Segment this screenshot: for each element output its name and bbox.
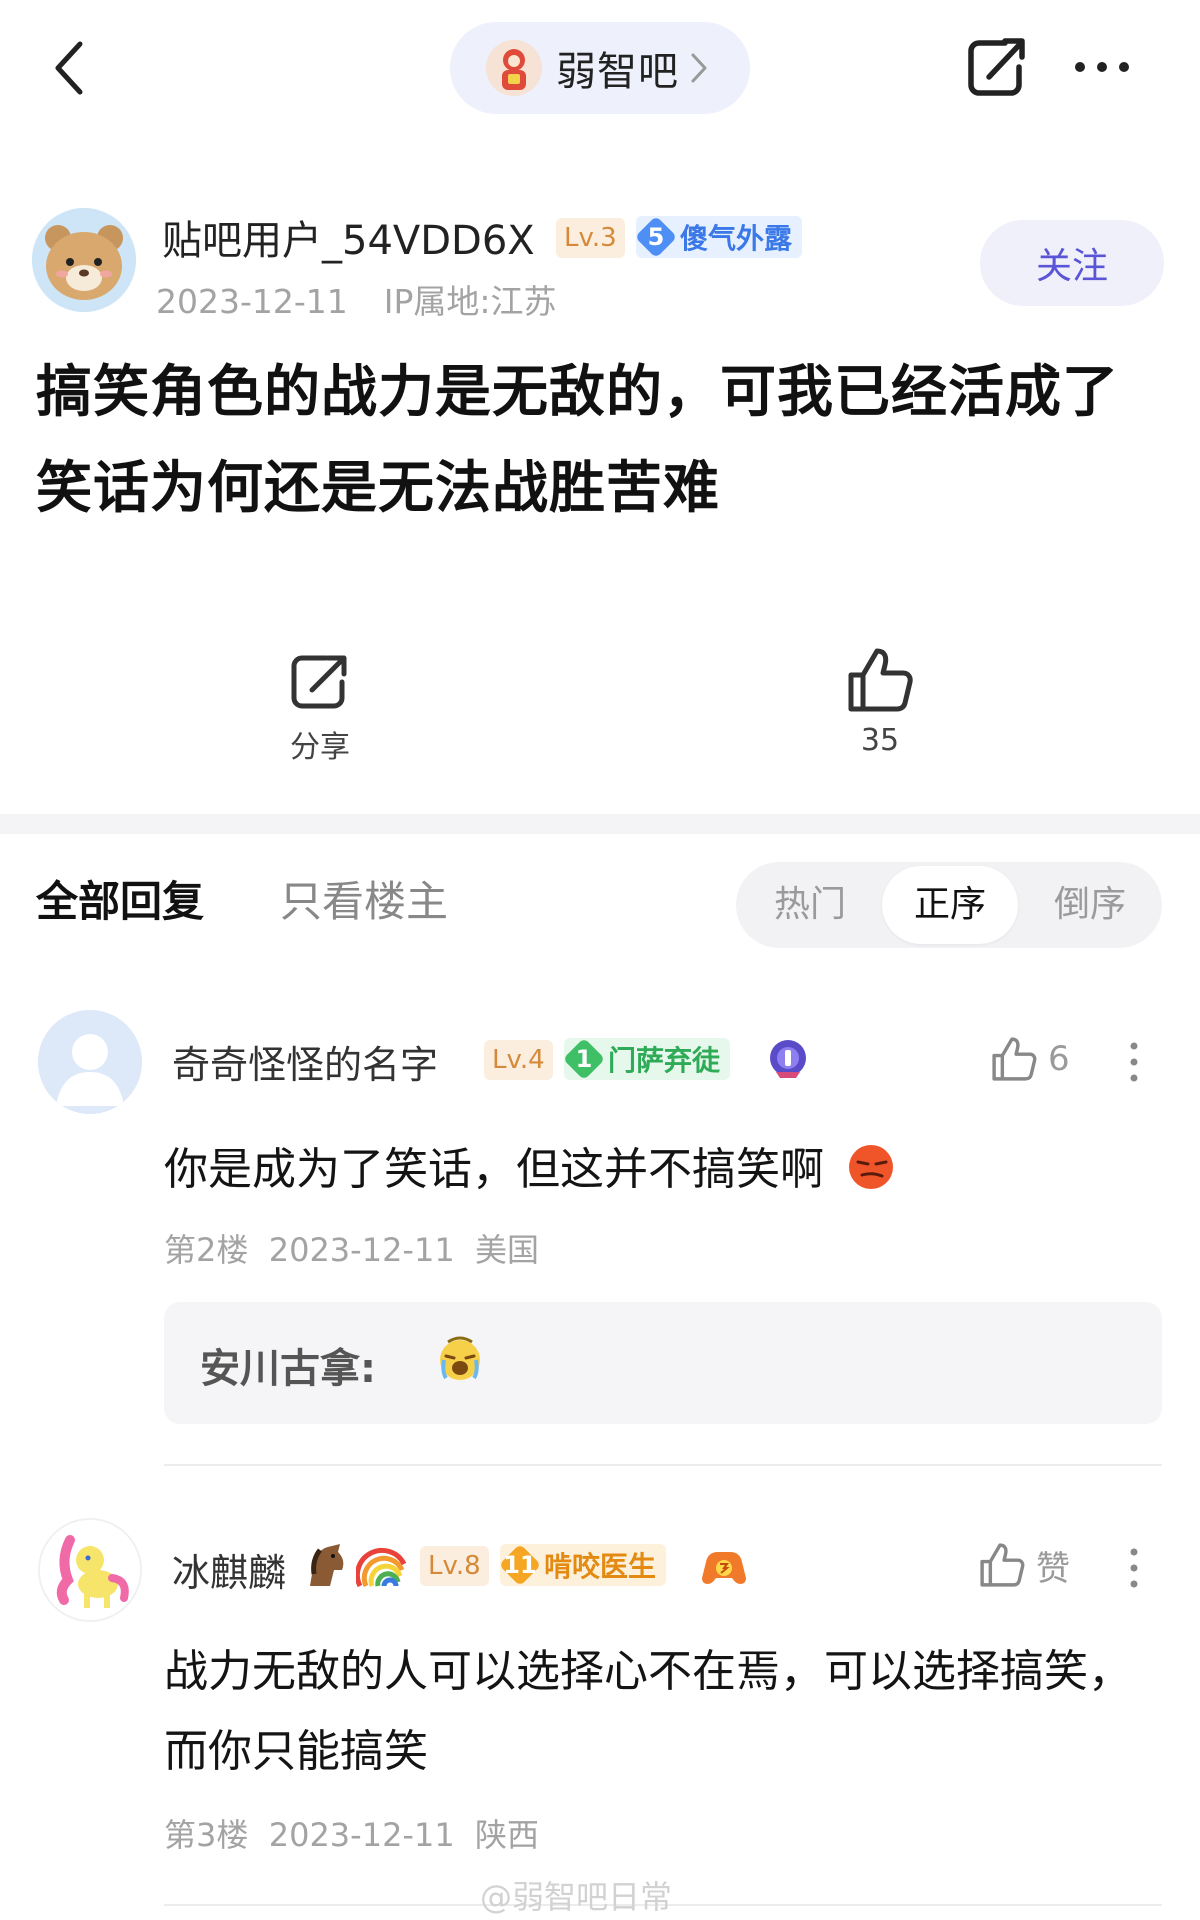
share-icon [291,655,347,709]
member-badge-icon [770,1040,806,1078]
crying-emoji-icon [440,1336,480,1380]
badge-diamond-icon: 1 [562,1037,606,1081]
ip-location: IP属地:江苏 [383,282,557,321]
floor-number: 第3楼 [164,1816,249,1854]
reply-avatar[interactable] [38,1010,142,1114]
post-date: 2023-12-11 [156,282,348,321]
sort-toggle: 热门 正序 倒序 [736,862,1162,948]
thumbs-up-icon [992,1037,1037,1081]
reply-more-icon[interactable] [1128,1546,1140,1590]
reply-meta: 第2楼 2023-12-11 美国 [164,1225,539,1271]
horse-emoji-icon [310,1544,344,1586]
chevron-right-icon [691,53,707,83]
sort-hot[interactable]: 热门 [750,862,870,948]
reply-location: 美国 [475,1231,540,1269]
reply-date: 2023-12-11 [268,1231,455,1269]
level-badge: Lv.8 [420,1546,489,1586]
badge-title: 啃咬医生 [544,1550,657,1583]
reply-author-name[interactable]: 奇奇怪怪的名字 [172,1034,438,1089]
share-label: 分享 [290,730,350,765]
post-meta: 2023-12-11 IP属地:江苏 [156,275,557,323]
sort-ascending[interactable]: 正序 [882,866,1018,944]
share-icon[interactable] [965,33,1029,103]
forum-logo-icon [486,40,542,96]
badge-title: 门萨弃徒 [608,1044,721,1077]
thumbs-up-icon [980,1543,1025,1587]
title-badge: 11 啃咬医生 [498,1543,667,1587]
reply-location: 陕西 [475,1816,540,1854]
reply-date: 2023-12-11 [268,1816,455,1854]
level-badge: Lv.4 [484,1040,553,1080]
post-title: 搞笑角色的战力是无敌的，可我已经活成了笑话为何还是无法战胜苦难 [36,360,1119,521]
reply-body: 战力无敌的人可以选择心不在焉，可以选择搞笑，而你只能搞笑 [164,1646,1132,1777]
reply-avatar[interactable] [38,1518,142,1622]
follow-button[interactable]: 关注 [980,220,1164,306]
reply-more-icon[interactable] [1128,1040,1140,1084]
reply-body: 你是成为了笑话，但这并不搞笑啊 [164,1130,896,1210]
badge-diamond-icon: 11 [498,1543,542,1587]
more-dots-icon[interactable] [1072,55,1132,79]
reply-separator [164,1464,1162,1466]
like-count: 35 [860,723,900,758]
section-divider [0,814,1200,834]
author-name[interactable]: 贴吧用户_54VDD6X [162,208,535,266]
reply-author-name[interactable]: 冰麒麟 [172,1542,286,1597]
sub-reply-author: 安川古拿: [200,1346,376,1392]
reply-like-count: 6 [1048,1039,1070,1079]
rainbow-emoji-icon [356,1547,407,1588]
sort-descending[interactable]: 倒序 [1030,862,1150,948]
forum-name: 弱智吧 [556,49,679,95]
smirk-emoji-icon [849,1145,893,1189]
reply-like-button[interactable]: 6 [990,1034,1070,1084]
reply-like-button[interactable]: 赞 [978,1540,1070,1590]
title-badge: 1 门萨弃徒 [562,1037,731,1081]
tab-op-only[interactable]: 只看楼主 [280,868,448,929]
share-button[interactable]: 分享 [270,650,370,766]
title-badge: 5 傻气外露 [634,215,803,259]
badge-title: 傻气外露 [680,222,793,255]
gamepad-badge-icon [702,1552,746,1584]
thumbs-up-icon [848,648,913,712]
sub-reply-box[interactable]: 安川古拿: [164,1302,1162,1424]
like-button[interactable]: 35 [830,645,930,758]
reply-meta: 第3楼 2023-12-11 陕西 [164,1810,539,1856]
level-badge: Lv.3 [556,218,625,258]
forum-link[interactable]: 弱智吧 [450,22,750,114]
tab-all-replies[interactable]: 全部回复 [36,868,204,929]
back-chevron-icon[interactable] [50,38,90,98]
watermark: @弱智吧日常 [480,1878,673,1916]
floor-number: 第2楼 [164,1231,249,1269]
badge-diamond-icon: 5 [634,215,678,259]
author-avatar[interactable] [32,208,136,312]
reply-like-label: 赞 [1036,1548,1070,1589]
